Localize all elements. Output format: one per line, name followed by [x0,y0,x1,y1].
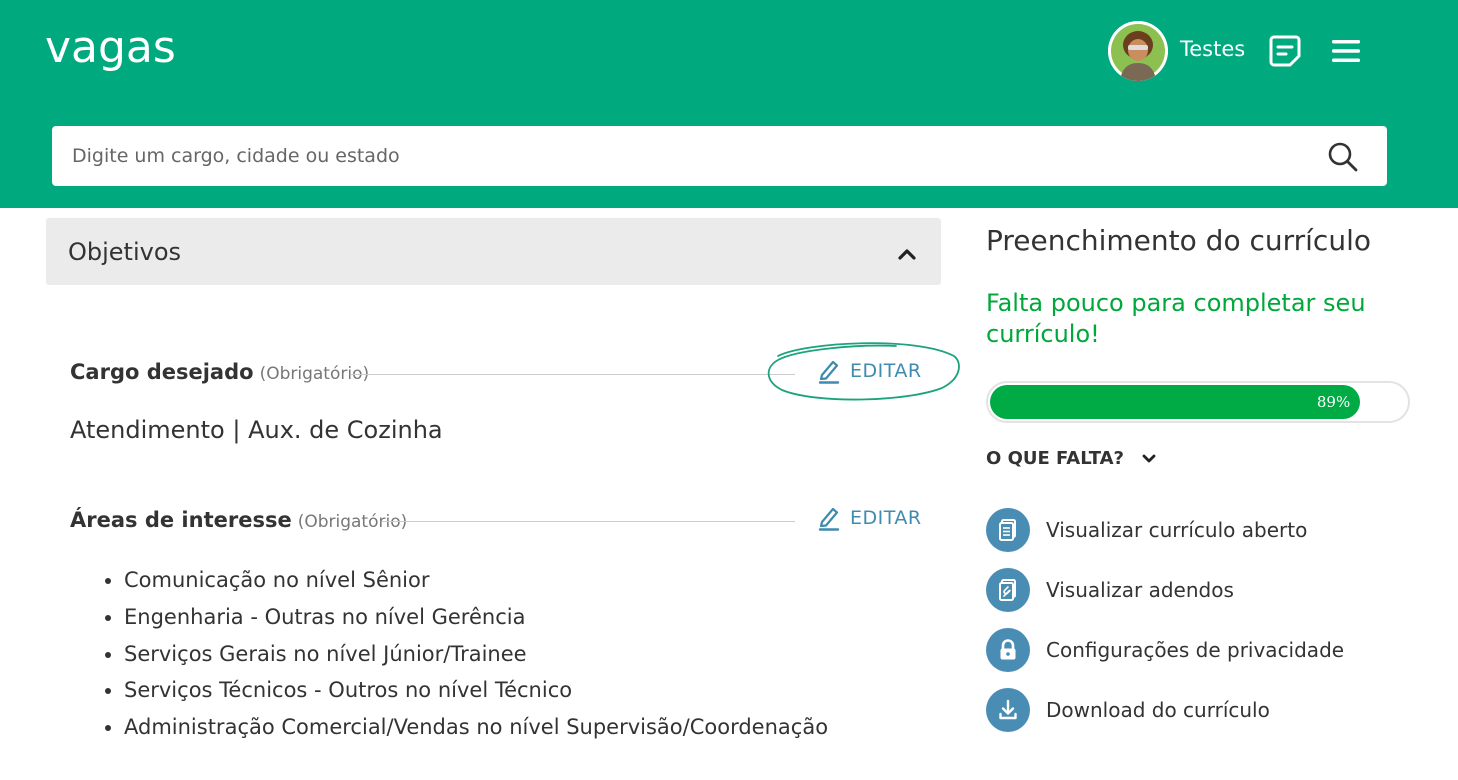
visualizar-adendos-link[interactable]: Visualizar adendos [986,568,1234,612]
vagas-logo[interactable]: vagas [45,22,176,73]
search-icon[interactable] [1326,140,1360,174]
chevron-down-icon [1142,454,1156,462]
list-item: Serviços Gerais no nível Júnior/Trainee [124,636,828,673]
search-input[interactable] [72,126,1302,186]
areas-interesse-list: Comunicação no nível Sênior Engenharia -… [70,562,828,746]
action-label: Configurações de privacidade [1046,638,1345,662]
chevron-up-icon [898,245,916,260]
top-header: vagas Testes [0,0,1458,208]
action-label: Download do currículo [1046,698,1270,722]
lock-icon [986,628,1030,672]
edit-cargo-label: EDITAR [850,360,922,382]
notes-icon[interactable] [1268,34,1302,68]
attachment-document-icon [986,568,1030,612]
edit-areas-button[interactable]: EDITAR [818,505,922,531]
cargo-divider [350,374,795,375]
section-title: Objetivos [68,238,182,266]
areas-interesse-label: Áreas de interesse (Obrigatório) [70,508,407,532]
progress-message: Falta pouco para completar seu currículo… [986,289,1366,348]
search-box [52,126,1387,186]
progress-title: Preenchimento do currículo [986,224,1371,257]
o-que-falta-toggle[interactable]: O QUE FALTA? [986,448,1156,469]
user-name[interactable]: Testes [1180,37,1245,61]
cargo-desejado-label: Cargo desejado (Obrigatório) [70,360,369,384]
visualizar-curriculo-aberto-link[interactable]: Visualizar currículo aberto [986,508,1307,552]
list-item: Serviços Técnicos - Outros no nível Técn… [124,672,828,709]
o-que-falta-label: O QUE FALTA? [986,448,1124,469]
edit-areas-label: EDITAR [850,507,922,529]
areas-label-text: Áreas de interesse [70,508,292,532]
user-avatar[interactable] [1108,21,1168,81]
cargo-label-text: Cargo desejado [70,360,254,384]
areas-divider [382,521,795,522]
progress-bar-fill: 89% [990,385,1361,419]
configuracoes-privacidade-link[interactable]: Configurações de privacidade [986,628,1344,672]
pencil-icon [818,507,840,531]
objetivos-section-toggle[interactable]: Objetivos [46,218,941,285]
action-label: Visualizar adendos [1046,578,1234,602]
list-item: Engenharia - Outras no nível Gerência [124,599,828,636]
document-icon [986,508,1030,552]
hamburger-menu-icon[interactable] [1330,38,1362,64]
pencil-icon [818,360,840,384]
download-curriculo-link[interactable]: Download do currículo [986,688,1270,732]
progress-percent-label: 89% [1316,393,1351,411]
list-item: Administração Comercial/Vendas no nível … [124,709,828,746]
download-icon [986,688,1030,732]
areas-required-hint: (Obrigatório) [297,512,408,532]
list-item: Comunicação no nível Sênior [124,562,828,599]
progress-bar: 89% [986,381,1410,423]
edit-cargo-button[interactable]: EDITAR [818,358,922,384]
cargo-desejado-value: Atendimento | Aux. de Cozinha [70,416,443,444]
action-label: Visualizar currículo aberto [1046,518,1308,542]
